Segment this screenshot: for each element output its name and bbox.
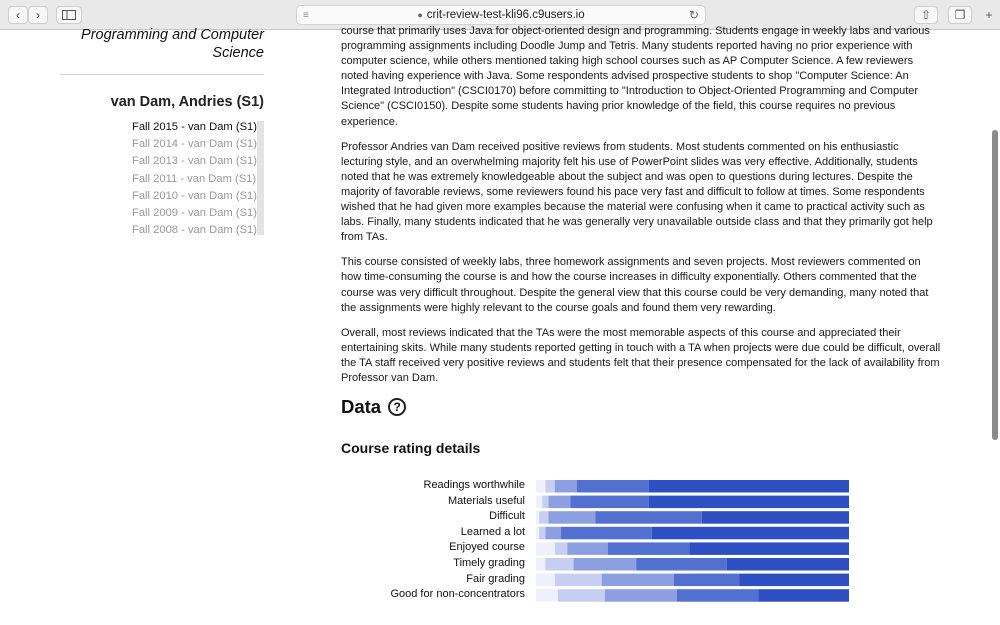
share-icon: ⇧ <box>920 8 932 22</box>
chart-bar-segment[interactable] <box>604 589 677 602</box>
help-icon[interactable]: ? <box>388 398 407 416</box>
chart-bar-segment[interactable] <box>554 542 568 555</box>
chart-bar-segment[interactable] <box>536 558 546 571</box>
semester-item[interactable]: Fall 2014 - van Dam (S1) <box>132 136 264 153</box>
semester-item[interactable]: Fall 2010 - van Dam (S1) <box>132 188 264 205</box>
chart-bar-segment[interactable] <box>548 495 571 509</box>
chart-bar-segment[interactable] <box>536 495 543 509</box>
chart-bar-segment[interactable] <box>536 511 540 524</box>
rating-details-heading: Course rating details <box>341 440 481 456</box>
chart-bar-segment[interactable] <box>554 573 602 587</box>
chart-bar-segment[interactable] <box>539 511 549 524</box>
chart-bar-segment[interactable] <box>570 495 649 509</box>
chart-bar-segment[interactable] <box>545 526 562 540</box>
chart-bar-segment[interactable] <box>561 526 652 540</box>
review-paragraph: Professor Andries van Dam received posit… <box>341 140 933 244</box>
data-heading-text: Data <box>341 396 382 417</box>
lock-icon: ● <box>417 10 423 20</box>
chart-bar-segment[interactable] <box>536 542 555 555</box>
chart-bar-segment[interactable] <box>726 558 849 571</box>
semester-item[interactable]: Fall 2008 - van Dam (S1) <box>132 222 264 239</box>
semester-item[interactable]: Fall 2011 - van Dam (S1) <box>132 171 264 188</box>
chart-bar-segment[interactable] <box>536 573 555 587</box>
review-paragraph: course that primarily uses Java for obje… <box>341 25 930 128</box>
tabs-button[interactable]: ❐ <box>948 6 972 24</box>
chart-bar-segment[interactable] <box>607 542 690 555</box>
semester-item[interactable]: Fall 2013 - van Dam (S1) <box>132 153 264 170</box>
page-scrollbar[interactable] <box>992 130 998 440</box>
reader-icon[interactable]: ≡ <box>303 10 309 21</box>
divider <box>60 74 264 75</box>
semester-scroll-rail[interactable] <box>257 121 264 235</box>
chart-category-label: Fair grading <box>466 572 525 585</box>
chart-category-label: Good for non-concentrators <box>390 588 525 601</box>
chart-bar-segment[interactable] <box>545 558 574 571</box>
chart-bar-segment[interactable] <box>557 589 605 602</box>
rating-chart: Readings worthwhile Materials useful Diffi… <box>360 478 860 606</box>
chart-bar-segment[interactable] <box>673 573 740 587</box>
chart-bar-segment[interactable] <box>701 511 849 524</box>
chart-bar-segment[interactable] <box>536 589 558 602</box>
chart-bar-segment[interactable] <box>545 480 555 493</box>
chart-bar-segment[interactable] <box>758 589 849 602</box>
chevron-right-icon: › <box>36 8 40 22</box>
chart-category-label: Readings worthwhile <box>423 479 526 491</box>
new-tab-button[interactable]: + <box>980 6 998 24</box>
chart-bar-segment[interactable] <box>601 573 674 587</box>
chart-bar-segment[interactable] <box>548 511 596 524</box>
forward-button[interactable]: › <box>28 6 48 24</box>
chart-category-label: Learned a lot <box>460 525 525 538</box>
address-text: crit-review-test-kli96.c9users.io <box>426 9 585 21</box>
review-paragraph: Overall, most reviews indicated that the… <box>341 326 941 384</box>
share-button[interactable]: ⇧ <box>914 6 938 24</box>
chart-bar-segment[interactable] <box>651 526 849 540</box>
chart-bar-segment[interactable] <box>542 495 549 509</box>
address-bar[interactable]: ≡ ● crit-review-test-kli96.c9users.io ↻ <box>296 5 706 25</box>
chart-category-label: Difficult <box>489 510 525 523</box>
chart-bar-segment[interactable] <box>595 511 702 524</box>
professor-name: van Dam, Andries (S1) <box>110 94 264 110</box>
plus-icon: + <box>985 8 993 22</box>
sidebar-toggle-button[interactable] <box>56 6 82 24</box>
chart-bar-segment[interactable] <box>554 480 577 493</box>
chart-bar-segment[interactable] <box>689 542 849 555</box>
chart-bar-segment[interactable] <box>573 558 637 571</box>
chart-bar-segment[interactable] <box>576 480 649 493</box>
department-line-2: Science <box>212 45 264 61</box>
chart-bar-segment[interactable] <box>648 480 849 493</box>
chart-bar-segment[interactable] <box>536 526 540 540</box>
chart-bar-segment[interactable] <box>739 573 849 587</box>
reload-icon[interactable]: ↻ <box>689 8 699 22</box>
sidebar: Programming and Computer Science van Dam… <box>60 26 264 239</box>
back-button[interactable]: ‹ <box>8 6 28 24</box>
semester-list: Fall 2015 - van Dam (S1) Fall 2014 - van… <box>60 119 264 239</box>
chart-bar-segment[interactable] <box>567 542 608 555</box>
chart-bar-segment[interactable] <box>636 558 727 571</box>
review-text: course that primarily uses Java for obje… <box>341 24 943 396</box>
tabs-icon: ❐ <box>954 8 966 22</box>
chart-bar-segment[interactable] <box>536 480 546 493</box>
chart-category-label: Timely grading <box>453 557 525 569</box>
sidebar-icon <box>62 10 76 20</box>
semester-item[interactable]: Fall 2015 - van Dam (S1) <box>132 119 264 136</box>
review-paragraph: This course consisted of weekly labs, th… <box>341 256 929 314</box>
chart-category-label: Materials useful <box>447 494 525 507</box>
chart-bar-segment[interactable] <box>539 526 546 540</box>
data-heading: Data ? <box>341 396 407 418</box>
chart-bar-segment[interactable] <box>648 495 849 509</box>
chart-bar-segment[interactable] <box>676 589 759 602</box>
department-line-1: Programming and Computer <box>81 27 264 43</box>
chart-category-label: Enjoyed course <box>449 541 525 554</box>
department-title: Programming and Computer Science <box>60 26 264 62</box>
chevron-left-icon: ‹ <box>16 8 20 22</box>
semester-item[interactable]: Fall 2009 - van Dam (S1) <box>132 205 264 222</box>
rating-bars <box>536 480 849 602</box>
